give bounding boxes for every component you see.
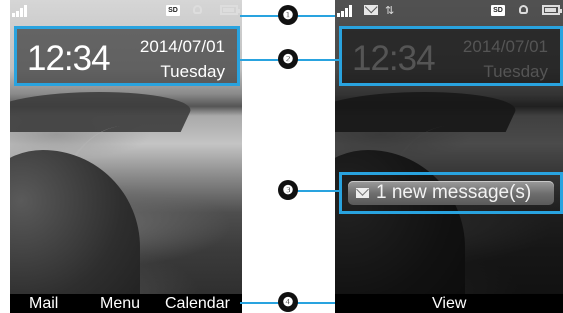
softkey-calendar[interactable]: Calendar <box>165 294 230 313</box>
softkey-view[interactable]: View <box>432 294 466 313</box>
clock-date: 2014/07/01 <box>462 37 548 56</box>
battery-icon <box>542 5 562 15</box>
clock-time: 12:34 <box>27 39 111 78</box>
callout-2: ❷ <box>278 49 298 69</box>
sd-card-icon: SD <box>166 5 180 16</box>
envelope-icon <box>356 188 369 198</box>
callout-4: ❹ <box>278 292 298 312</box>
data-arrows-icon: ⇅ <box>385 5 395 17</box>
standby-screen-right: ⇅ SD 12:34 2014/07/01 Tuesday 1 new mess… <box>335 0 563 313</box>
callout-line-4-right <box>297 302 335 304</box>
callout-line-4 <box>240 302 283 304</box>
softkey-menu[interactable]: Menu <box>100 294 140 313</box>
callout-3: ❸ <box>278 180 298 200</box>
signal-icon <box>337 5 359 17</box>
softkey-bar: View <box>335 294 563 313</box>
battery-icon <box>220 5 240 15</box>
clock-time: 12:34 <box>352 39 436 78</box>
alarm-icon <box>518 5 529 17</box>
softkey-mail[interactable]: Mail <box>29 294 58 313</box>
callout-line-2 <box>240 59 283 61</box>
message-icon <box>364 5 378 15</box>
clock-day: Tuesday <box>160 62 225 81</box>
new-message-notification[interactable]: 1 new message(s) <box>339 172 563 214</box>
callout-line-1 <box>240 15 283 17</box>
status-bar: SD <box>10 0 242 22</box>
clock-widget: 12:34 2014/07/01 Tuesday <box>339 26 563 86</box>
clock-day: Tuesday <box>483 62 548 81</box>
standby-screen-left: SD 12:34 2014/07/01 Tuesday Mail Menu Ca… <box>10 0 242 313</box>
notification-pill[interactable]: 1 new message(s) <box>348 181 554 205</box>
clock-date: 2014/07/01 <box>139 37 225 56</box>
alarm-icon <box>192 5 203 17</box>
callout-line-1-right <box>297 15 335 17</box>
notification-text: 1 new message(s) <box>376 182 532 203</box>
sd-card-icon: SD <box>491 5 505 16</box>
signal-icon <box>12 5 34 17</box>
callout-line-3 <box>297 190 339 192</box>
softkey-bar: Mail Menu Calendar <box>10 294 242 313</box>
callout-1: ❶ <box>278 5 298 25</box>
status-bar: ⇅ SD <box>335 0 563 22</box>
clock-widget: 12:34 2014/07/01 Tuesday <box>14 26 240 86</box>
callout-line-2-right <box>297 59 339 61</box>
